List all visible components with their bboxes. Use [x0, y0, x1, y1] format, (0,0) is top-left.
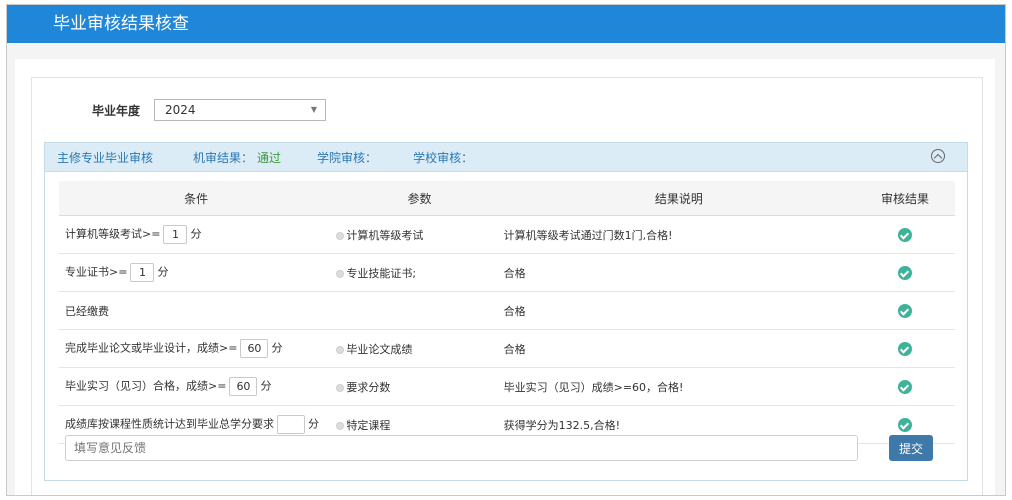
- param-text: 要求分数: [346, 380, 391, 394]
- panel-header[interactable]: 主修专业毕业审核 机审结果： 通过 学院审核： 学校审核：: [45, 143, 967, 172]
- radio-dot-icon[interactable]: [336, 421, 345, 430]
- condition-cell: 专业证书>= 1 分: [59, 253, 329, 292]
- param-cell: 计算机等级考试: [328, 215, 504, 254]
- submit-button[interactable]: 提交: [889, 435, 933, 461]
- unit-text: 分: [308, 417, 319, 431]
- result-cell: [855, 291, 955, 330]
- check-circle-icon: [898, 341, 913, 356]
- check-circle-icon: [898, 303, 913, 318]
- desc-cell: 合格: [503, 329, 856, 368]
- table-row: 已经缴费 合格: [59, 291, 955, 330]
- condition-cell: 完成毕业论文或毕业设计，成绩>= 60 分: [59, 329, 329, 368]
- feedback-row: 提交: [65, 435, 955, 463]
- check-circle-icon: [898, 265, 913, 280]
- chevron-down-icon: ▼: [310, 105, 318, 114]
- result-cell: [855, 253, 955, 292]
- app-window: 毕业审核结果核查 毕业年度 2024 ▼ 主修专业毕业审核 机审结果： 通过 学…: [6, 4, 1006, 496]
- result-cell: [855, 215, 955, 254]
- table-row: 专业证书>= 1 分 专业技能证书; 合格: [59, 253, 955, 292]
- result-cell: [855, 329, 955, 368]
- content-area: 毕业年度 2024 ▼ 主修专业毕业审核 机审结果： 通过 学院审核： 学校审核…: [15, 59, 995, 495]
- table-row: 毕业实习（见习）合格，成绩>= 60 分 要求分数 毕业实习（见习）成绩>=60，合…: [59, 367, 955, 406]
- table-header-row: 条件 参数 结果说明 审核结果: [59, 181, 955, 216]
- condition-cell: 毕业实习（见习）合格，成绩>= 60 分: [59, 367, 329, 406]
- param-text: 毕业论文成绩: [346, 342, 413, 356]
- unit-text: 分: [260, 379, 272, 393]
- condition-cell: 计算机等级考试>= 1 分: [59, 215, 329, 254]
- major-audit-panel: 主修专业毕业审核 机审结果： 通过 学院审核： 学校审核： 条件 参数 结果说明…: [44, 142, 968, 481]
- threshold-input[interactable]: 1: [130, 263, 155, 282]
- param-cell: 毕业论文成绩: [328, 329, 504, 368]
- school-review-label: 学校审核：: [413, 150, 474, 165]
- year-label: 毕业年度: [92, 103, 141, 118]
- radio-dot-icon[interactable]: [336, 269, 345, 278]
- machine-result-label: 机审结果：: [193, 150, 254, 165]
- table-row: 计算机等级考试>= 1 分 计算机等级考试 计算机等级考试通过门数1门,合格!: [59, 215, 955, 254]
- param-text: 计算机等级考试: [346, 228, 424, 242]
- audit-card: 毕业年度 2024 ▼ 主修专业毕业审核 机审结果： 通过 学院审核： 学校审核…: [31, 77, 983, 495]
- threshold-input[interactable]: 60: [229, 377, 258, 396]
- condition-text: 完成毕业论文或毕业设计，成绩>=: [65, 341, 238, 355]
- radio-dot-icon[interactable]: [336, 231, 345, 240]
- desc-cell: 毕业实习（见习）成绩>=60，合格!: [503, 367, 856, 406]
- param-cell: [328, 291, 504, 330]
- year-select-value: 2024: [165, 103, 196, 117]
- header-condition: 条件: [59, 181, 329, 216]
- college-review-label: 学院审核：: [317, 150, 378, 165]
- threshold-input[interactable]: 60: [240, 339, 269, 358]
- page-title: 毕业审核结果核查: [7, 5, 1005, 43]
- param-cell: 专业技能证书;: [328, 253, 504, 292]
- threshold-input[interactable]: [277, 415, 305, 434]
- collapse-icon[interactable]: [931, 149, 945, 163]
- year-select[interactable]: 2024 ▼: [154, 99, 327, 121]
- result-cell: [855, 367, 955, 406]
- header-desc: 结果说明: [503, 181, 856, 216]
- table-row: 完成毕业论文或毕业设计，成绩>= 60 分 毕业论文成绩 合格: [59, 329, 955, 368]
- header-result: 审核结果: [855, 181, 955, 216]
- param-cell: 要求分数: [328, 367, 504, 406]
- panel-title: 主修专业毕业审核: [57, 150, 154, 165]
- desc-cell: 合格: [503, 253, 856, 292]
- feedback-input[interactable]: [65, 435, 858, 461]
- machine-result-value: 通过: [257, 150, 282, 165]
- threshold-input[interactable]: 1: [163, 225, 188, 244]
- check-circle-icon: [898, 417, 913, 432]
- condition-text: 专业证书>=: [65, 265, 128, 279]
- param-text: 特定课程: [346, 418, 391, 432]
- radio-dot-icon[interactable]: [336, 345, 345, 354]
- unit-text: 分: [157, 265, 169, 279]
- condition-cell: 已经缴费: [59, 291, 329, 330]
- condition-text: 计算机等级考试>=: [65, 227, 161, 241]
- unit-text: 分: [190, 227, 202, 241]
- year-filter: 毕业年度 2024 ▼: [92, 98, 327, 122]
- check-circle-icon: [898, 227, 913, 242]
- conditions-table: 条件 参数 结果说明 审核结果 计算机等级考试>= 1 分 计算机等级考试 计算…: [59, 181, 955, 444]
- condition-text: 已经缴费: [65, 304, 109, 318]
- header-param: 参数: [328, 181, 504, 216]
- desc-cell: 计算机等级考试通过门数1门,合格!: [503, 215, 856, 254]
- check-circle-icon: [898, 379, 913, 394]
- condition-text: 毕业实习（见习）合格，成绩>=: [65, 379, 227, 393]
- unit-text: 分: [271, 341, 283, 355]
- desc-cell: 合格: [503, 291, 856, 330]
- radio-dot-icon[interactable]: [336, 383, 345, 392]
- condition-text: 成绩库按课程性质统计达到毕业总学分要求: [65, 417, 274, 431]
- param-text: 专业技能证书;: [346, 266, 417, 280]
